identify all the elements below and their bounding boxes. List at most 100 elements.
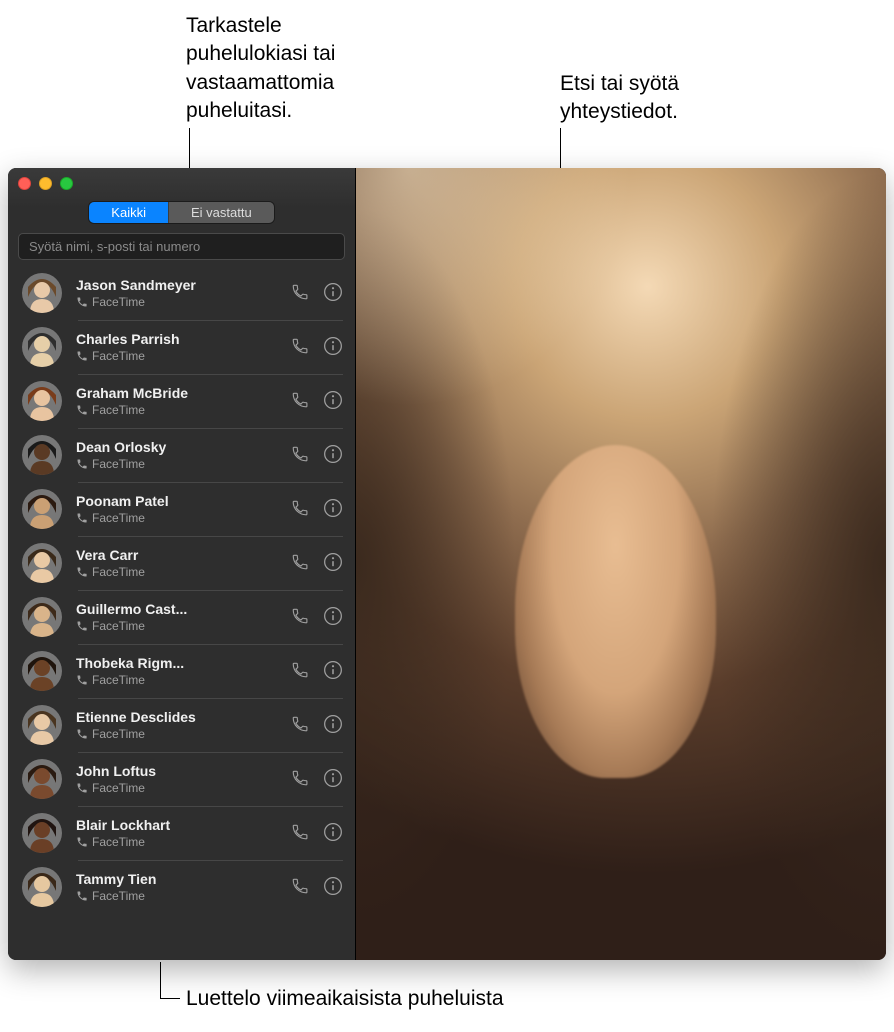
avatar — [22, 597, 62, 637]
call-row[interactable]: Poonam Patel FaceTime — [8, 482, 355, 536]
info-button[interactable] — [323, 876, 343, 899]
contact-name: Charles Parrish — [76, 331, 283, 347]
call-row-text: John Loftus FaceTime — [76, 763, 283, 795]
fullscreen-window-button[interactable] — [60, 177, 73, 190]
call-row[interactable]: Thobeka Rigm... FaceTime — [8, 644, 355, 698]
contact-name: Dean Orlosky — [76, 439, 283, 455]
call-button[interactable] — [291, 499, 309, 520]
row-actions — [291, 768, 343, 791]
info-button[interactable] — [323, 336, 343, 359]
avatar — [22, 651, 62, 691]
avatar — [22, 759, 62, 799]
call-button[interactable] — [291, 283, 309, 304]
call-row[interactable]: Etienne Desclides FaceTime — [8, 698, 355, 752]
phone-icon — [76, 404, 88, 416]
call-button[interactable] — [291, 553, 309, 574]
call-button[interactable] — [291, 391, 309, 412]
avatar — [22, 435, 62, 475]
segmented-control: Kaikki Ei vastattu — [89, 202, 273, 223]
recent-calls-list[interactable]: Jason Sandmeyer FaceTime — [8, 266, 355, 960]
row-actions — [291, 606, 343, 629]
minimize-window-button[interactable] — [39, 177, 52, 190]
callout-connector — [160, 962, 161, 998]
call-row[interactable]: Graham McBride FaceTime — [8, 374, 355, 428]
call-subtype: FaceTime — [76, 511, 283, 525]
info-button[interactable] — [323, 282, 343, 305]
call-row[interactable]: Blair Lockhart FaceTime — [8, 806, 355, 860]
contact-name: Graham McBride — [76, 385, 283, 401]
phone-icon — [291, 823, 309, 841]
info-icon — [323, 390, 343, 410]
info-icon — [323, 336, 343, 356]
call-log-tabs: Kaikki Ei vastattu — [8, 198, 355, 233]
info-button[interactable] — [323, 660, 343, 683]
callout-tabs: Tarkastele puhelulokiasi tai vastaamatto… — [186, 12, 335, 125]
call-row-text: Tammy Tien FaceTime — [76, 871, 283, 903]
info-icon — [323, 444, 343, 464]
call-button[interactable] — [291, 661, 309, 682]
phone-icon — [291, 499, 309, 517]
info-icon — [323, 876, 343, 896]
call-button[interactable] — [291, 823, 309, 844]
info-button[interactable] — [323, 606, 343, 629]
call-button[interactable] — [291, 445, 309, 466]
phone-icon — [76, 890, 88, 902]
call-button[interactable] — [291, 877, 309, 898]
contact-name: Vera Carr — [76, 547, 283, 563]
call-subtype: FaceTime — [76, 403, 283, 417]
facetime-window: Kaikki Ei vastattu Jason Sandmeyer FaceT… — [8, 168, 886, 960]
call-button[interactable] — [291, 607, 309, 628]
tab-all[interactable]: Kaikki — [89, 202, 168, 223]
call-subtype: FaceTime — [76, 295, 283, 309]
info-button[interactable] — [323, 714, 343, 737]
info-icon — [323, 606, 343, 626]
row-actions — [291, 390, 343, 413]
info-button[interactable] — [323, 444, 343, 467]
call-row[interactable]: Charles Parrish FaceTime — [8, 320, 355, 374]
phone-icon — [291, 715, 309, 733]
phone-icon — [291, 391, 309, 409]
phone-icon — [76, 350, 88, 362]
phone-icon — [76, 458, 88, 470]
call-row[interactable]: Vera Carr FaceTime — [8, 536, 355, 590]
window-titlebar — [8, 168, 355, 198]
phone-icon — [76, 782, 88, 794]
row-actions — [291, 282, 343, 305]
phone-icon — [291, 553, 309, 571]
info-button[interactable] — [323, 768, 343, 791]
search-input[interactable] — [18, 233, 345, 260]
info-icon — [323, 822, 343, 842]
phone-icon — [291, 661, 309, 679]
info-button[interactable] — [323, 822, 343, 845]
phone-icon — [291, 877, 309, 895]
row-actions — [291, 660, 343, 683]
row-actions — [291, 714, 343, 737]
call-button[interactable] — [291, 769, 309, 790]
call-row[interactable]: Jason Sandmeyer FaceTime — [8, 266, 355, 320]
info-button[interactable] — [323, 552, 343, 575]
call-row-text: Guillermo Cast... FaceTime — [76, 601, 283, 633]
info-button[interactable] — [323, 390, 343, 413]
call-row[interactable]: John Loftus FaceTime — [8, 752, 355, 806]
sidebar: Kaikki Ei vastattu Jason Sandmeyer FaceT… — [8, 168, 356, 960]
info-icon — [323, 768, 343, 788]
video-preview — [356, 168, 886, 960]
call-button[interactable] — [291, 337, 309, 358]
info-icon — [323, 714, 343, 734]
call-button[interactable] — [291, 715, 309, 736]
close-window-button[interactable] — [18, 177, 31, 190]
info-icon — [323, 660, 343, 680]
call-row[interactable]: Tammy Tien FaceTime — [8, 860, 355, 914]
phone-icon — [291, 769, 309, 787]
phone-icon — [76, 836, 88, 848]
tab-missed[interactable]: Ei vastattu — [168, 202, 274, 223]
phone-icon — [76, 620, 88, 632]
call-row-text: Graham McBride FaceTime — [76, 385, 283, 417]
contact-name: Etienne Desclides — [76, 709, 283, 725]
avatar — [22, 273, 62, 313]
info-button[interactable] — [323, 498, 343, 521]
callout-search: Etsi tai syötä yhteystiedot. — [560, 70, 679, 127]
callout-connector — [160, 998, 180, 999]
call-row[interactable]: Dean Orlosky FaceTime — [8, 428, 355, 482]
call-row[interactable]: Guillermo Cast... FaceTime — [8, 590, 355, 644]
